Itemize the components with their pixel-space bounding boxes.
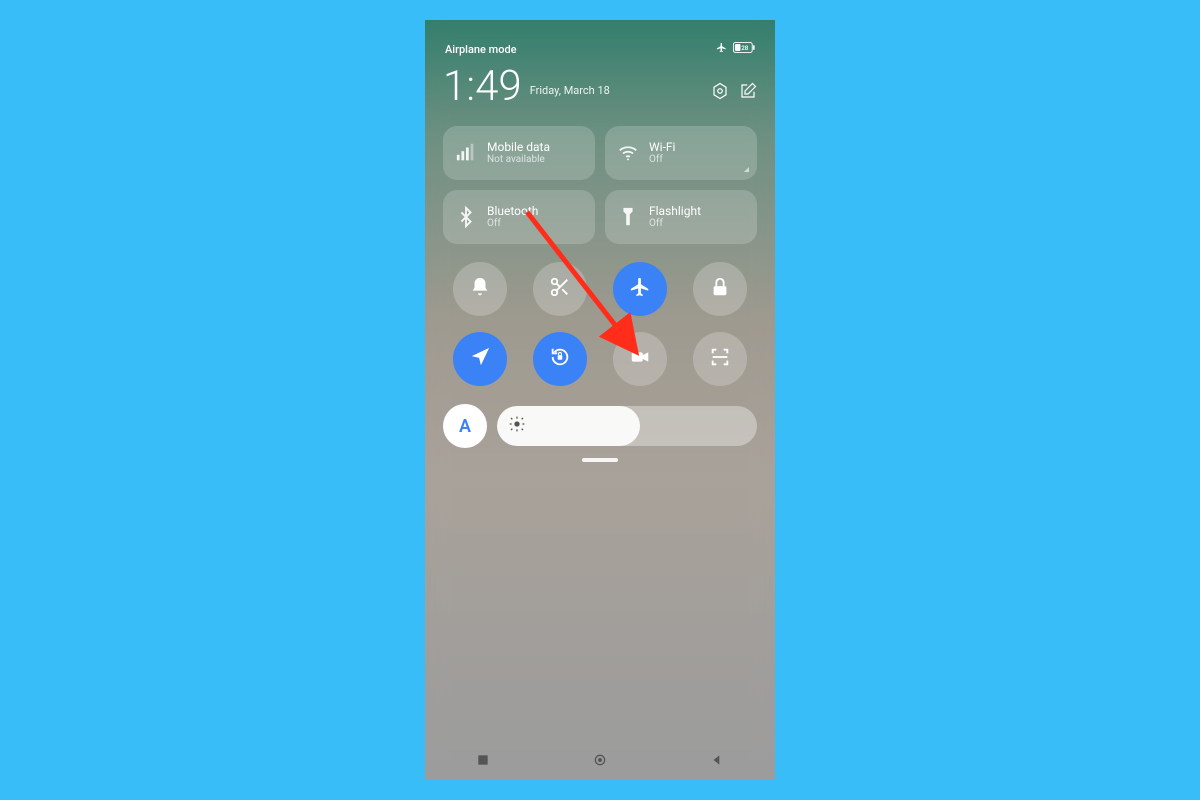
tile-screen-record[interactable] xyxy=(613,332,667,386)
tile-title: Mobile data xyxy=(487,140,550,154)
large-tiles: Mobile data Not available Wi-Fi Off Bl xyxy=(443,126,757,244)
tile-sub: Off xyxy=(649,218,701,230)
brightness-fill xyxy=(497,406,640,446)
clock-row: 1:49 Friday, March 18 xyxy=(443,66,757,108)
nav-recent-button[interactable] xyxy=(474,751,492,769)
signal-icon xyxy=(455,142,477,164)
tile-screenshot[interactable] xyxy=(533,262,587,316)
airplane-status-icon xyxy=(716,42,727,56)
rotate-lock-icon xyxy=(549,346,571,372)
brightness-row: A xyxy=(443,404,757,448)
tile-mobile-data[interactable]: Mobile data Not available xyxy=(443,126,595,180)
tile-sub: Off xyxy=(649,154,675,166)
bell-icon xyxy=(469,276,491,302)
tile-sub: Off xyxy=(487,218,538,230)
flashlight-icon xyxy=(617,206,639,228)
status-icons: 28 xyxy=(716,42,755,56)
bluetooth-icon xyxy=(455,206,477,228)
svg-text:28: 28 xyxy=(741,44,749,52)
tile-mute[interactable] xyxy=(453,262,507,316)
clock-time: 1:49 xyxy=(443,66,522,108)
brightness-icon xyxy=(509,416,525,436)
scissors-icon xyxy=(549,276,571,302)
drag-handle[interactable] xyxy=(582,458,618,462)
nav-back-button[interactable] xyxy=(708,751,726,769)
tile-location[interactable] xyxy=(453,332,507,386)
tile-flashlight[interactable]: Flashlight Off xyxy=(605,190,757,244)
tile-title: Flashlight xyxy=(649,204,701,218)
tile-rotation-lock[interactable] xyxy=(533,332,587,386)
tile-lock[interactable] xyxy=(693,262,747,316)
control-center: Airplane mode 28 1:49 Frida xyxy=(425,20,775,462)
phone-screenshot: Airplane mode 28 1:49 Frida xyxy=(425,20,775,780)
nav-home-button[interactable] xyxy=(591,751,609,769)
tile-title: Wi-Fi xyxy=(649,140,675,154)
edit-icon[interactable] xyxy=(739,82,757,104)
airplane-icon xyxy=(629,276,651,302)
nav-bar xyxy=(425,740,775,780)
tile-airplane[interactable] xyxy=(613,262,667,316)
tile-title: Bluetooth xyxy=(487,204,538,218)
tile-wifi[interactable]: Wi-Fi Off xyxy=(605,126,757,180)
lock-icon xyxy=(709,276,731,302)
navigate-icon xyxy=(469,346,491,372)
video-icon xyxy=(629,346,651,372)
small-tiles xyxy=(451,262,749,386)
settings-icon[interactable] xyxy=(711,82,729,104)
battery-icon: 28 xyxy=(733,42,755,56)
auto-brightness-button[interactable]: A xyxy=(443,404,487,448)
clock-date: Friday, March 18 xyxy=(530,84,610,97)
brightness-slider[interactable] xyxy=(497,406,757,446)
tile-bluetooth[interactable]: Bluetooth Off xyxy=(443,190,595,244)
status-label: Airplane mode xyxy=(445,43,517,56)
tile-scanner[interactable] xyxy=(693,332,747,386)
scan-icon xyxy=(709,346,731,372)
tile-sub: Not available xyxy=(487,154,550,166)
wifi-icon xyxy=(617,142,639,164)
